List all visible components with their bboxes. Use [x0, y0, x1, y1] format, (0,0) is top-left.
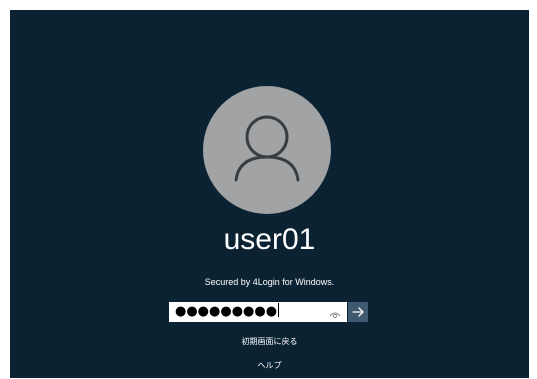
text-caret	[278, 303, 280, 317]
help-link[interactable]: ヘルプ	[10, 360, 529, 371]
arrow-right-icon	[352, 307, 364, 317]
secured-by-text: Secured by 4Login for Windows.	[204, 277, 335, 287]
submit-button[interactable]	[348, 302, 368, 322]
user-avatar-icon	[234, 115, 300, 182]
password-input[interactable]: ●●●●●●●●●	[169, 302, 347, 322]
eye-icon[interactable]	[329, 306, 341, 319]
password-value: ●●●●●●●●●	[175, 303, 280, 321]
login-screen: user01 Secured by 4Login for Windows. ●●…	[10, 10, 529, 378]
password-row: ●●●●●●●●●	[169, 302, 368, 322]
return-to-start-link[interactable]: 初期画面に戻る	[10, 336, 529, 347]
username-label: user01	[223, 223, 316, 256]
user-avatar	[203, 86, 331, 214]
password-mask: ●●●●●●●●●	[175, 304, 278, 319]
